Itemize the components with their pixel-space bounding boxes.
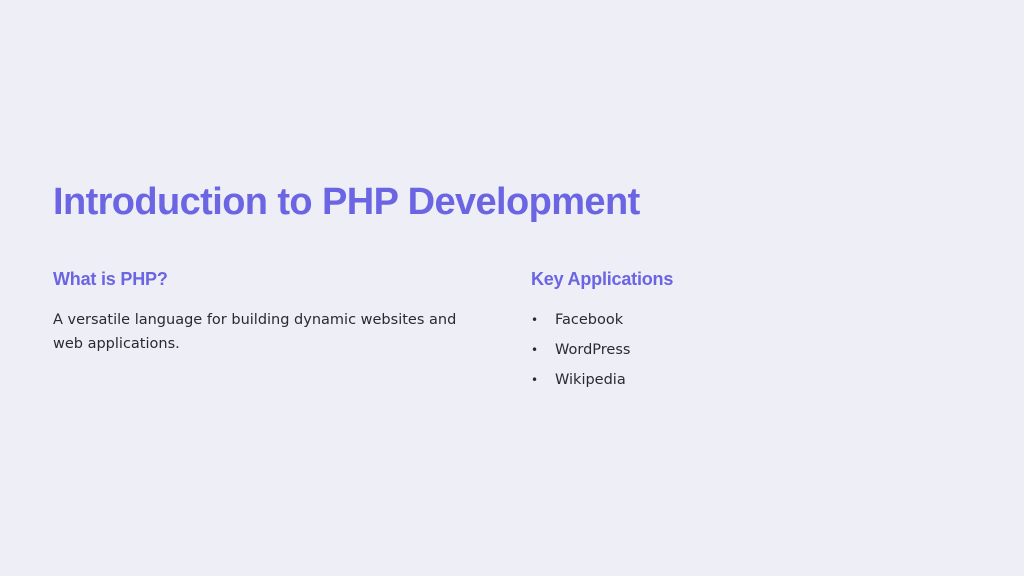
slide: Introduction to PHP Development What is … <box>0 0 1024 576</box>
bullet-icon: • <box>531 313 539 327</box>
application-facebook: Facebook <box>555 312 624 328</box>
key-applications-section: Key Applications • Facebook • WordPress … <box>531 266 951 388</box>
php-description: A versatile language for building dynami… <box>53 312 457 352</box>
application-wordpress: WordPress <box>555 342 631 358</box>
what-is-php-section: What is PHP? A versatile language for bu… <box>53 266 493 352</box>
what-is-php-heading: What is PHP? <box>53 269 168 289</box>
slide-title: Introduction to PHP Development <box>53 181 640 223</box>
application-wikipedia: Wikipedia <box>555 372 626 388</box>
bullet-icon: • <box>531 373 539 387</box>
bullet-icon: • <box>531 343 539 357</box>
key-applications-heading: Key Applications <box>531 269 674 289</box>
